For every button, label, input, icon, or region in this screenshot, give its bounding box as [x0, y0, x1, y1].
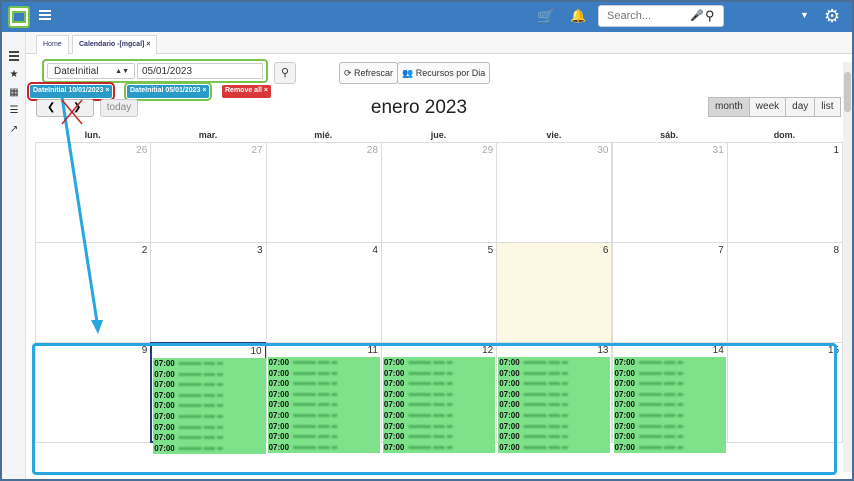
day-number: 26	[136, 145, 148, 156]
tab-bar: Home Calendario -[mgcal] ×	[26, 32, 852, 54]
calendar-title: enero 2023	[370, 97, 468, 118]
close-icon[interactable]: ×	[146, 41, 150, 48]
day-cell[interactable]: 30	[496, 142, 613, 243]
resources-label: Recursos por Dia	[415, 68, 486, 78]
week-highlight	[32, 343, 837, 475]
refresh-label: Refrescar	[354, 68, 394, 78]
prev-next-buttons: ❮ ❯	[36, 99, 94, 117]
day-cell[interactable]: 28	[265, 142, 382, 243]
weekday-header: vie.	[546, 130, 562, 140]
day-cell[interactable]: 5	[380, 242, 498, 343]
day-cell[interactable]: 2	[35, 242, 152, 343]
chevron-down-icon[interactable]: ▼	[800, 10, 809, 20]
chart-icon[interactable]: ↗	[8, 124, 20, 136]
day-cell[interactable]: 8	[726, 242, 844, 343]
day-number: 8	[833, 245, 840, 256]
filter-chip-date-10[interactable]: DateInitial 10/01/2023 ×	[26, 82, 116, 101]
view-switcher: month week day list	[708, 97, 841, 117]
today-button[interactable]: today	[100, 99, 138, 117]
tab-calendario[interactable]: Calendario -[mgcal] ×	[72, 35, 158, 54]
day-cell[interactable]: 6	[496, 242, 613, 343]
weekday-header: mar.	[198, 130, 218, 140]
search-button[interactable]: ⚲	[274, 62, 296, 84]
list-icon[interactable]: ☰	[8, 105, 20, 117]
day-cell[interactable]: 7	[611, 242, 728, 343]
app-logo[interactable]	[8, 6, 30, 28]
field-select[interactable]: DateInitial ▲▼	[47, 63, 135, 79]
day-cell[interactable]: 29	[380, 142, 498, 243]
top-bar: 🛒 🔔 Search... 🎤 ⚲ ▼ ⚙	[2, 2, 852, 32]
star-icon[interactable]: ★	[8, 69, 20, 81]
sidebar: ★ ▦ ☰ ↗	[2, 32, 26, 479]
search-icon[interactable]: ⚲	[705, 8, 715, 24]
view-week-button[interactable]: week	[748, 97, 787, 117]
weekday-header: dom.	[773, 130, 796, 140]
menu-icon[interactable]	[9, 51, 19, 63]
day-number: 31	[712, 145, 724, 156]
day-cell[interactable]: 27	[150, 142, 267, 243]
day-number: 27	[251, 145, 263, 156]
tab-home[interactable]: Home	[36, 35, 69, 54]
calendar-icon[interactable]: ▦	[8, 87, 20, 99]
app-window: 🛒 🔔 Search... 🎤 ⚲ ▼ ⚙ ★ ▦ ☰ ↗ Home Calen…	[2, 2, 852, 479]
day-cell[interactable]: 31	[611, 142, 728, 243]
cart-icon[interactable]: 🛒	[537, 8, 554, 24]
day-cell[interactable]: 3	[150, 242, 267, 343]
weekday-header: jue.	[430, 130, 447, 140]
filter-chip-date-05[interactable]: DateInitial 05/01/2023 ×	[123, 82, 213, 101]
day-number: 28	[366, 145, 378, 156]
prev-button[interactable]: ❮	[47, 100, 55, 116]
day-number: 1	[833, 145, 840, 156]
microphone-icon[interactable]: 🎤	[690, 9, 704, 22]
bell-icon[interactable]: 🔔	[570, 8, 586, 24]
view-month-button[interactable]: month	[708, 97, 750, 117]
field-select-value: DateInitial	[54, 66, 99, 77]
day-number: 6	[602, 245, 609, 256]
day-number: 5	[487, 245, 494, 256]
date-field[interactable]: 05/01/2023	[137, 63, 263, 79]
view-day-button[interactable]: day	[785, 97, 816, 117]
day-cell[interactable]: 4	[265, 242, 382, 343]
day-number: 4	[372, 245, 378, 256]
menu-icon[interactable]	[39, 10, 51, 20]
day-number: 29	[482, 145, 494, 156]
remove-all-chip[interactable]: Remove all ×	[222, 85, 271, 98]
view-list-button[interactable]: list	[814, 97, 841, 117]
tab-label: Calendario -[mgcal]	[79, 41, 145, 48]
weekday-header: mié.	[314, 130, 333, 140]
day-cell[interactable]: 26	[35, 142, 152, 243]
next-button[interactable]: ❯	[73, 100, 81, 116]
weekday-header: lun.	[84, 130, 101, 140]
scrollbar[interactable]	[843, 62, 852, 472]
day-number: 3	[257, 245, 263, 256]
search-input[interactable]: Search... 🎤 ⚲	[598, 5, 724, 27]
day-number: 30	[597, 145, 609, 156]
day-cell[interactable]: 1	[726, 142, 844, 243]
resources-button[interactable]: 👥 Recursos por Dia	[397, 62, 491, 84]
weekday-header: sáb.	[660, 130, 679, 140]
day-number: 2	[141, 245, 148, 256]
filter-box: DateInitial ▲▼ 05/01/2023	[42, 59, 268, 83]
search-placeholder: Search...	[607, 10, 652, 22]
select-arrows-icon: ▲▼	[115, 68, 129, 75]
day-number: 7	[718, 245, 724, 256]
gear-icon[interactable]: ⚙	[824, 6, 840, 26]
refresh-button[interactable]: ⟳ Refrescar	[339, 62, 399, 84]
